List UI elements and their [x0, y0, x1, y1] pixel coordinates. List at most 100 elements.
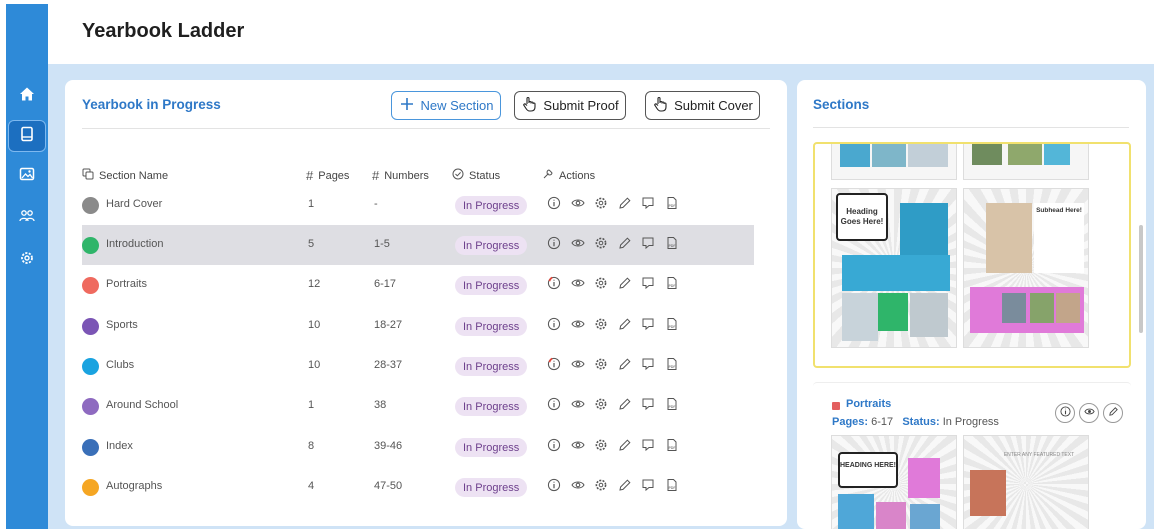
info-button[interactable] [546, 357, 562, 376]
table-row[interactable]: Portraits 12 6-17 In Progress PDF [82, 265, 754, 305]
settings-button[interactable] [593, 358, 609, 374]
settings-button[interactable] [593, 479, 609, 495]
wrench-icon [542, 168, 554, 183]
edit-button[interactable] [617, 478, 633, 497]
submit-proof-button[interactable]: Submit Proof [514, 91, 626, 120]
table-row[interactable]: Autographs 4 47-50 In Progress PDF [82, 467, 754, 507]
info-button[interactable] [546, 276, 562, 295]
info-alert-icon [547, 276, 561, 295]
comment-button[interactable] [640, 237, 656, 253]
edit-button[interactable] [617, 397, 633, 414]
svg-text:PDF: PDF [668, 486, 675, 490]
pdf-icon: PDF [665, 196, 679, 215]
comment-button[interactable] [640, 479, 656, 495]
edit-button[interactable] [617, 276, 633, 293]
section-numbers: 38 [374, 399, 387, 411]
preview-button[interactable] [1079, 403, 1099, 423]
info-button[interactable] [546, 196, 562, 213]
table-row[interactable]: Clubs 10 28-37 In Progress PDF [82, 346, 754, 386]
edit-button[interactable] [617, 317, 633, 336]
edit-button[interactable] [617, 357, 633, 374]
pencil-icon [618, 317, 632, 336]
comment-button[interactable] [640, 318, 656, 334]
info-button[interactable] [546, 438, 562, 457]
preview-button[interactable] [570, 237, 586, 253]
settings-button[interactable] [593, 237, 609, 253]
section-card-meta: Pages: 6-17 Status: In Progress [832, 416, 999, 428]
settings-button[interactable] [593, 197, 609, 213]
pdf-button[interactable]: PDF [664, 236, 680, 253]
info-button[interactable] [546, 478, 562, 495]
table-row[interactable]: Hard Cover 1 - In Progress PDF [82, 185, 754, 225]
info-alert-icon [547, 357, 561, 376]
pdf-button[interactable]: PDF [664, 438, 680, 455]
edit-button[interactable] [617, 438, 633, 455]
info-button[interactable] [546, 317, 562, 334]
settings-button[interactable] [593, 439, 609, 455]
comment-button[interactable] [640, 277, 656, 293]
new-section-label: New Section [420, 98, 494, 113]
table-row[interactable]: Introduction 5 1-5 In Progress PDF [82, 225, 754, 265]
pdf-button[interactable]: PDF [664, 397, 680, 414]
submit-cover-button[interactable]: Submit Cover [645, 91, 760, 120]
nav-photos[interactable] [8, 160, 46, 192]
edit-button[interactable] [617, 236, 633, 253]
status-badge: In Progress [455, 276, 528, 295]
eye-icon [571, 276, 585, 295]
pdf-button[interactable]: PDF [664, 357, 680, 374]
comment-icon [641, 357, 655, 376]
section-card-introduction[interactable]: Heading Goes Here! Subhead Here! [813, 142, 1131, 368]
comment-button[interactable] [640, 197, 656, 213]
eye-icon [571, 478, 585, 497]
pdf-button[interactable]: PDF [664, 276, 680, 293]
status-label: Status: [902, 416, 940, 428]
pdf-button[interactable]: PDF [664, 196, 680, 215]
section-color-dot [82, 479, 99, 496]
pdf-button[interactable]: PDF [664, 317, 680, 334]
nav-home[interactable] [8, 80, 46, 112]
table-row[interactable]: Around School 1 38 In Progress PDF [82, 386, 754, 426]
column-header-pages: # Pages [306, 168, 349, 183]
image-icon [19, 166, 35, 187]
column-numbers-label: Numbers [384, 169, 429, 182]
pencil-icon [618, 478, 632, 497]
info-button[interactable] [546, 236, 562, 253]
comment-button[interactable] [640, 358, 656, 374]
new-section-button[interactable]: New Section [391, 91, 501, 120]
sections-scrollbar[interactable] [1139, 225, 1143, 333]
heading-divider [82, 128, 770, 129]
info-button[interactable] [1055, 403, 1075, 423]
section-name: Clubs [106, 359, 135, 371]
nav-yearbook[interactable] [8, 120, 46, 152]
preview-button[interactable] [570, 358, 586, 374]
pages-label: Pages: [832, 416, 869, 428]
edit-button[interactable] [1103, 403, 1123, 423]
preview-button[interactable] [570, 318, 586, 334]
settings-button[interactable] [593, 398, 609, 414]
nav-users[interactable] [8, 202, 46, 234]
preview-button[interactable] [570, 479, 586, 495]
preview-button[interactable] [570, 398, 586, 414]
section-card-portraits[interactable]: Portraits Pages: 6-17 Status: In Progres… [813, 382, 1131, 529]
settings-button[interactable] [593, 318, 609, 334]
submit-proof-label: Submit Proof [543, 98, 619, 113]
edit-button[interactable] [617, 196, 633, 213]
nav-settings[interactable] [8, 244, 46, 276]
comment-button[interactable] [640, 439, 656, 455]
svg-text:PDF: PDF [668, 204, 675, 208]
table-row[interactable]: Sports 10 18-27 In Progress PDF [82, 306, 754, 346]
pdf-button[interactable]: PDF [664, 478, 680, 495]
info-icon [547, 438, 561, 457]
table-row[interactable]: Index 8 39-46 In Progress PDF [82, 427, 754, 467]
comment-icon [641, 438, 655, 457]
section-color-dot [82, 277, 99, 294]
status-badge: In Progress [455, 236, 528, 255]
preview-button[interactable] [570, 439, 586, 455]
section-color-dot [82, 439, 99, 456]
info-button[interactable] [546, 397, 562, 414]
settings-button[interactable] [593, 277, 609, 293]
sections-scroll-area[interactable]: Heading Goes Here! Subhead Here! Portrai… [813, 142, 1131, 529]
preview-button[interactable] [570, 197, 586, 213]
preview-button[interactable] [570, 277, 586, 293]
comment-button[interactable] [640, 398, 656, 414]
